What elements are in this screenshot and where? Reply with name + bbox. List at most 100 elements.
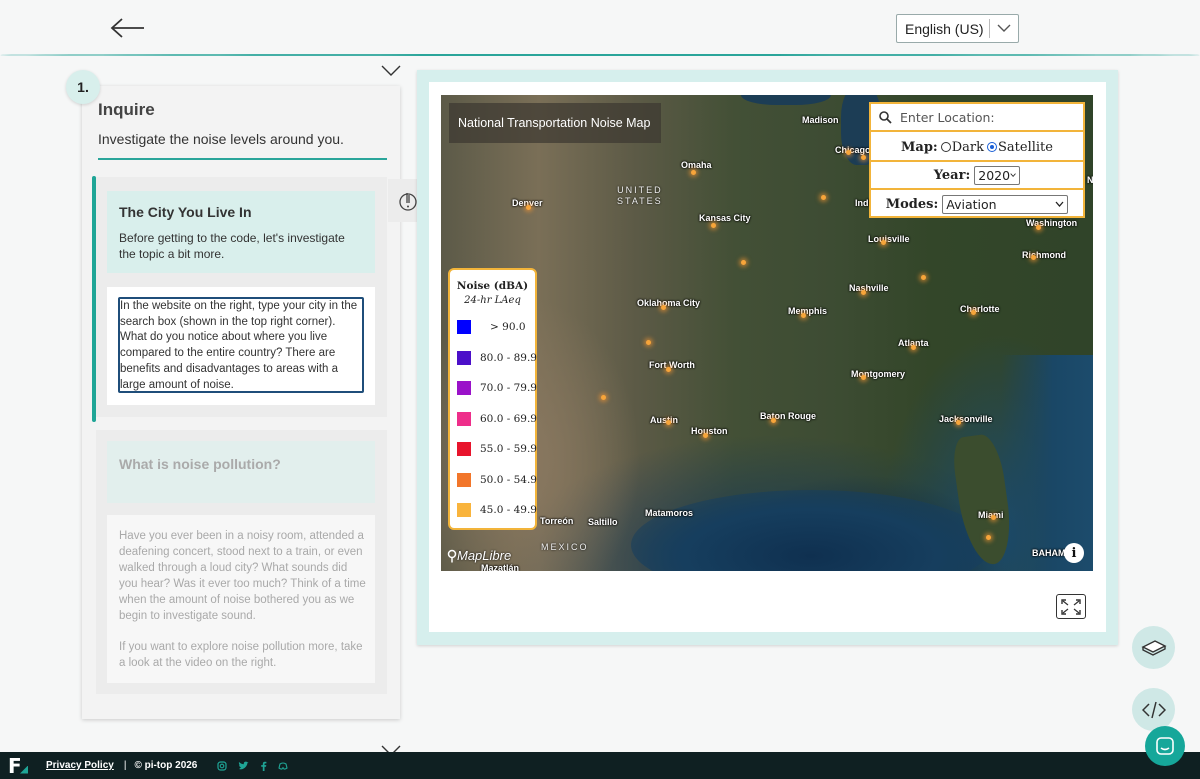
year-label: Year: [933,167,971,183]
info-button[interactable]: i [1064,543,1084,563]
legend-swatch [457,503,471,517]
next-card-title: What is noise pollution? [119,456,281,472]
modes-select[interactable]: Aviation [942,194,1069,214]
legend-label: 60.0 - 69.9 [480,412,537,425]
legend-swatch [457,411,471,426]
pi-top-device-icon [1140,639,1167,656]
footer-separator: | [123,760,127,771]
country-label-us: UNITED STATES [617,185,663,206]
language-select[interactable]: English (US) [896,14,1019,43]
map-controls: Enter Location: Map: Dark Satellite Year… [869,102,1085,218]
step-number-badge: 1. [66,70,100,104]
location-search[interactable]: Enter Location: [871,104,1083,132]
city-label: Chicago [835,145,871,155]
section-subtitle: Investigate the noise levels around you. [98,131,344,147]
year-select[interactable]: 2020 [974,165,1021,185]
modes-value: Aviation [946,196,997,212]
modes-label: Modes: [885,196,939,212]
maplibre-text: MapLibre [457,548,512,563]
legend-item: 45.0 - 49.9 [457,503,537,517]
legend-title: Noise (dBA) [456,280,529,292]
footer-logo-letter: F [8,753,22,778]
year-value: 2020 [978,167,1011,183]
city-label: Oklahoma City [637,298,701,308]
device-button[interactable] [1132,626,1175,669]
city-light [601,395,606,400]
instagram-icon[interactable] [217,760,227,771]
fullscreen-button[interactable] [1056,594,1086,619]
city-label: Madison [802,115,839,125]
city-label: Omaha [681,160,712,170]
city-light [971,310,976,315]
legend-label: 80.0 - 89.9 [480,351,537,364]
modes-row: Modes: Aviation [871,190,1083,218]
legend-label: 55.0 - 59.9 [480,443,537,455]
city-light [986,535,991,540]
footer-copyright: © pi-top 2026 [134,760,198,771]
chat-icon [1156,737,1174,755]
facebook-icon[interactable] [260,761,267,771]
footer: F Privacy Policy | © pi-top 2026 [0,752,1200,779]
legend-swatch [457,472,471,487]
country-label-mexico: MEXICO [541,542,589,552]
radio-dark[interactable] [940,142,951,152]
city-label: Fort Worth [649,360,695,370]
back-button[interactable] [110,16,146,40]
chat-button[interactable] [1145,726,1185,766]
city-label: Montgomery [851,369,905,379]
chevron-down-icon [1055,201,1064,207]
chevron-down-icon [1010,173,1016,178]
legend-item: 80.0 - 89.9 [457,350,537,365]
city-label: Austin [650,415,678,425]
radio-satellite[interactable] [987,142,997,152]
maplibre-logo[interactable]: MapLibre [447,548,511,563]
legend-item: 70.0 - 79.9 [457,381,537,395]
city-light [911,345,916,350]
section-title: Inquire [98,100,155,119]
city-light [771,418,776,423]
map-style-row: Map: Dark Satellite [871,134,1083,162]
city-light [861,155,866,160]
city-label: Jacksonville [939,414,993,424]
active-card-description: Before getting to the code, let's invest… [119,231,345,261]
next-card-header[interactable] [107,441,375,503]
privacy-policy-link[interactable]: Privacy Policy [46,760,114,771]
code-editor-button[interactable] [1132,688,1175,731]
discord-icon[interactable] [278,761,288,771]
city-light [956,420,961,425]
expand-icon [1061,598,1081,615]
city-light [1036,225,1041,230]
city-label: BAHAM [1032,548,1066,558]
legend-subtitle: 24-hr LAeq [464,295,521,306]
scroll-up-chevron-icon[interactable] [381,64,401,82]
city-label: Memphis [788,306,828,316]
footer-logo[interactable]: F [8,754,36,778]
city-light [691,170,696,175]
legend-label: 70.0 - 79.9 [480,382,537,394]
top-bar [0,0,1200,56]
city-light [526,205,531,210]
city-light [846,150,851,155]
next-card-paragraph-2: If you want to explore noise pollution m… [119,641,363,669]
city-label: Torreón [540,516,574,526]
legend-item: > 90.0 [457,320,537,334]
radio-satellite-label: Satellite [998,139,1053,155]
header-divider [0,54,1200,56]
legend-swatch [457,320,471,334]
map-title: National Transportation Noise Map [449,103,661,143]
search-icon [879,110,892,124]
chevron-down-icon [990,24,1018,33]
city-light [703,433,708,438]
year-row: Year: 2020 [871,162,1083,190]
next-card-paragraph-1: Have you ever been in a noisy room, atte… [119,530,366,622]
section-divider [98,158,387,160]
city-light [1031,255,1036,260]
legend-swatch [457,381,471,395]
legend-label: > 90.0 [490,321,526,333]
city-label: Richmond [1022,250,1066,260]
twitter-icon[interactable] [238,761,249,771]
search-input[interactable]: Enter Location: [900,110,995,125]
instruction-text[interactable]: In the website on the right, type your c… [118,297,364,393]
city-light [666,420,671,425]
code-icon [1141,701,1166,718]
